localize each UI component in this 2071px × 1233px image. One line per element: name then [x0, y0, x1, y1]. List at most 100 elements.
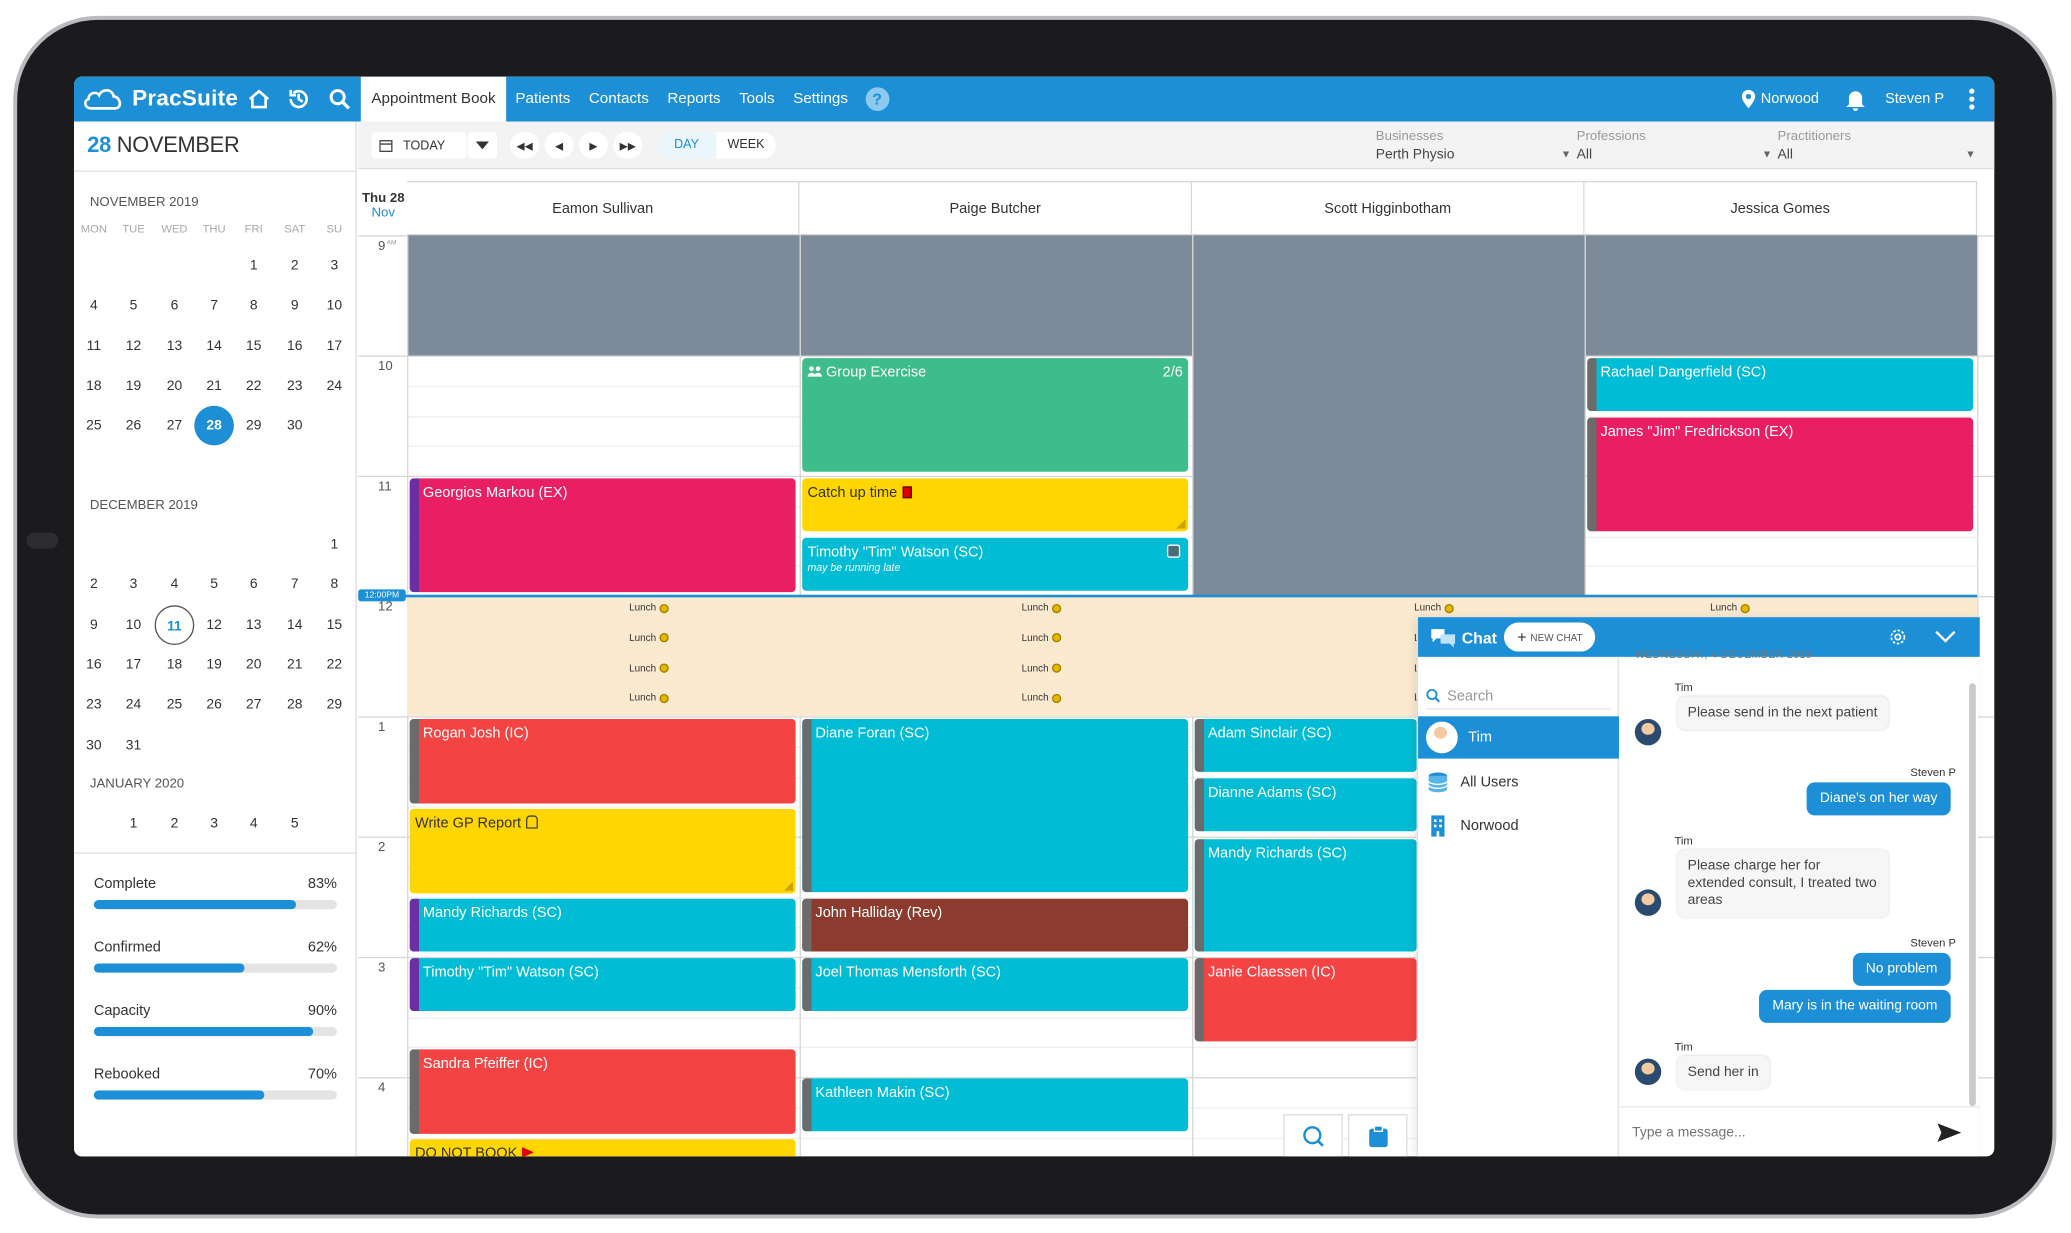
day-cell[interactable]: 9 — [74, 605, 114, 645]
day-cell[interactable]: 30 — [275, 406, 315, 446]
day-cell[interactable]: 5 — [194, 565, 234, 605]
day-cell[interactable]: 30 — [74, 725, 114, 765]
jump-forward-button[interactable]: ▶▶ — [613, 132, 643, 159]
day-cell[interactable]: 7 — [194, 286, 234, 326]
practitioner-header[interactable]: Scott Higginbotham — [1192, 181, 1585, 236]
day-cell[interactable]: 29 — [315, 685, 355, 725]
settings-gear-icon[interactable] — [1889, 628, 1908, 647]
day-cell[interactable]: 23 — [275, 366, 315, 406]
nav-settings[interactable]: Settings — [784, 77, 857, 122]
appointment[interactable]: Kathleen Makin (SC) — [802, 1078, 1189, 1132]
day-cell[interactable]: 21 — [275, 645, 315, 685]
logo[interactable]: PracSuite — [82, 85, 238, 114]
appointment[interactable]: Catch up time — [802, 478, 1189, 532]
appointment[interactable]: Adam Sinclair (SC) — [1194, 718, 1417, 772]
day-cell[interactable]: 27 — [155, 406, 195, 446]
day-cell[interactable]: 12 — [194, 605, 234, 645]
appointment[interactable]: Diane Foran (SC) — [802, 718, 1189, 893]
day-cell[interactable]: 2 — [155, 804, 195, 844]
day-cell[interactable]: 14 — [194, 326, 234, 366]
day-cell[interactable]: 9 — [275, 286, 315, 326]
appointment[interactable]: DO NOT BOOK — [409, 1139, 796, 1157]
day-cell[interactable]: 15 — [234, 326, 274, 366]
day-cell[interactable]: 22 — [315, 645, 355, 685]
day-cell[interactable]: 16 — [74, 645, 114, 685]
day-cell[interactable]: 24 — [315, 366, 355, 406]
day-cell[interactable]: 22 — [234, 366, 274, 406]
day-view-button[interactable]: DAY — [656, 132, 717, 159]
chat-item-tim[interactable]: Tim — [1418, 716, 1619, 759]
user-label[interactable]: Steven P — [1885, 91, 1944, 107]
day-cell[interactable]: 8 — [234, 286, 274, 326]
help-icon[interactable]: ? — [865, 87, 889, 112]
day-cell[interactable]: 3 — [194, 804, 234, 844]
businesses-filter[interactable]: Businesses Perth Physio ▼ — [1376, 130, 1571, 163]
day-cell[interactable]: 17 — [315, 326, 355, 366]
zoom-button[interactable] — [1283, 1114, 1343, 1157]
day-cell[interactable]: 1 — [315, 525, 355, 565]
day-cell[interactable]: 21 — [194, 366, 234, 406]
day-cell[interactable]: 10 — [114, 605, 154, 645]
day-cell[interactable]: 4 — [155, 565, 195, 605]
new-chat-button[interactable]: + NEW CHAT — [1503, 622, 1596, 652]
day-cell[interactable]: 28 — [194, 405, 234, 446]
day-cell[interactable]: 25 — [155, 685, 195, 725]
day-cell[interactable]: 25 — [74, 406, 114, 446]
day-cell[interactable]: 1 — [114, 804, 154, 844]
appointment[interactable]: Dianne Adams (SC) — [1194, 778, 1417, 832]
day-cell[interactable]: 16 — [275, 326, 315, 366]
day-cell[interactable]: 19 — [194, 645, 234, 685]
day-cell[interactable]: 15 — [315, 605, 355, 645]
day-cell[interactable]: 27 — [234, 685, 274, 725]
day-cell[interactable]: 14 — [275, 605, 315, 645]
day-cell[interactable]: 26 — [194, 685, 234, 725]
day-cell[interactable]: 28 — [275, 685, 315, 725]
week-view-button[interactable]: WEEK — [716, 132, 775, 158]
practitioners-filter[interactable]: Practitioners All ▼ — [1778, 130, 1976, 163]
appointment[interactable]: James "Jim" Fredrickson (EX) — [1587, 417, 1974, 532]
day-cell[interactable]: 12 — [114, 326, 154, 366]
appointment[interactable]: Group Exercise 2/6 — [802, 358, 1189, 472]
appointment[interactable]: Rachael Dangerfield (SC) — [1587, 358, 1974, 412]
day-cell[interactable]: 20 — [155, 366, 195, 406]
day-cell[interactable]: 23 — [74, 685, 114, 725]
appointment[interactable]: Sandra Pfeiffer (IC) — [409, 1049, 796, 1134]
day-cell[interactable]: 10 — [315, 286, 355, 326]
chat-item-norwood[interactable]: Norwood — [1418, 805, 1619, 847]
practitioner-header[interactable]: Jessica Gomes — [1584, 181, 1978, 236]
day-cell[interactable]: 6 — [155, 286, 195, 326]
day-cell[interactable]: 26 — [114, 406, 154, 446]
history-icon[interactable] — [287, 87, 311, 111]
chat-item-all-users[interactable]: All Users — [1418, 761, 1619, 803]
location-label[interactable]: Norwood — [1761, 91, 1819, 107]
appointment[interactable]: Timothy "Tim" Watson (SC) — [409, 958, 796, 1012]
day-cell[interactable]: 11 — [154, 604, 195, 645]
send-icon[interactable] — [1937, 1123, 1962, 1142]
nav-reports[interactable]: Reports — [658, 77, 730, 122]
appointment[interactable]: Rogan Josh (IC) — [409, 718, 796, 804]
practitioner-header[interactable]: Paige Butcher — [799, 181, 1193, 236]
day-cell[interactable]: 24 — [114, 685, 154, 725]
day-cell[interactable]: 17 — [114, 645, 154, 685]
home-icon[interactable] — [247, 87, 271, 111]
prev-button[interactable]: ◀ — [544, 132, 574, 159]
nav-patients[interactable]: Patients — [506, 77, 579, 122]
day-cell[interactable]: 2 — [275, 246, 315, 286]
day-cell[interactable]: 5 — [114, 286, 154, 326]
appointment[interactable]: Joel Thomas Mensforth (SC) — [802, 958, 1189, 1012]
day-cell[interactable]: 2 — [74, 565, 114, 605]
day-cell[interactable]: 20 — [234, 645, 274, 685]
professions-filter[interactable]: Professions All ▼ — [1577, 130, 1772, 163]
clipboard-button[interactable] — [1348, 1114, 1408, 1157]
day-cell[interactable]: 3 — [315, 246, 355, 286]
more-vertical-icon[interactable] — [1968, 87, 1976, 111]
jump-back-button[interactable]: ◀◀ — [510, 132, 540, 159]
chat-search[interactable]: Search — [1426, 683, 1612, 710]
day-cell[interactable]: 8 — [315, 565, 355, 605]
day-cell[interactable]: 31 — [114, 725, 154, 765]
next-button[interactable]: ▶ — [578, 132, 608, 159]
day-cell[interactable]: 1 — [234, 246, 274, 286]
appointment[interactable]: John Halliday (Rev) — [802, 898, 1189, 952]
day-cell[interactable]: 13 — [234, 605, 274, 645]
day-cell[interactable]: 3 — [114, 565, 154, 605]
